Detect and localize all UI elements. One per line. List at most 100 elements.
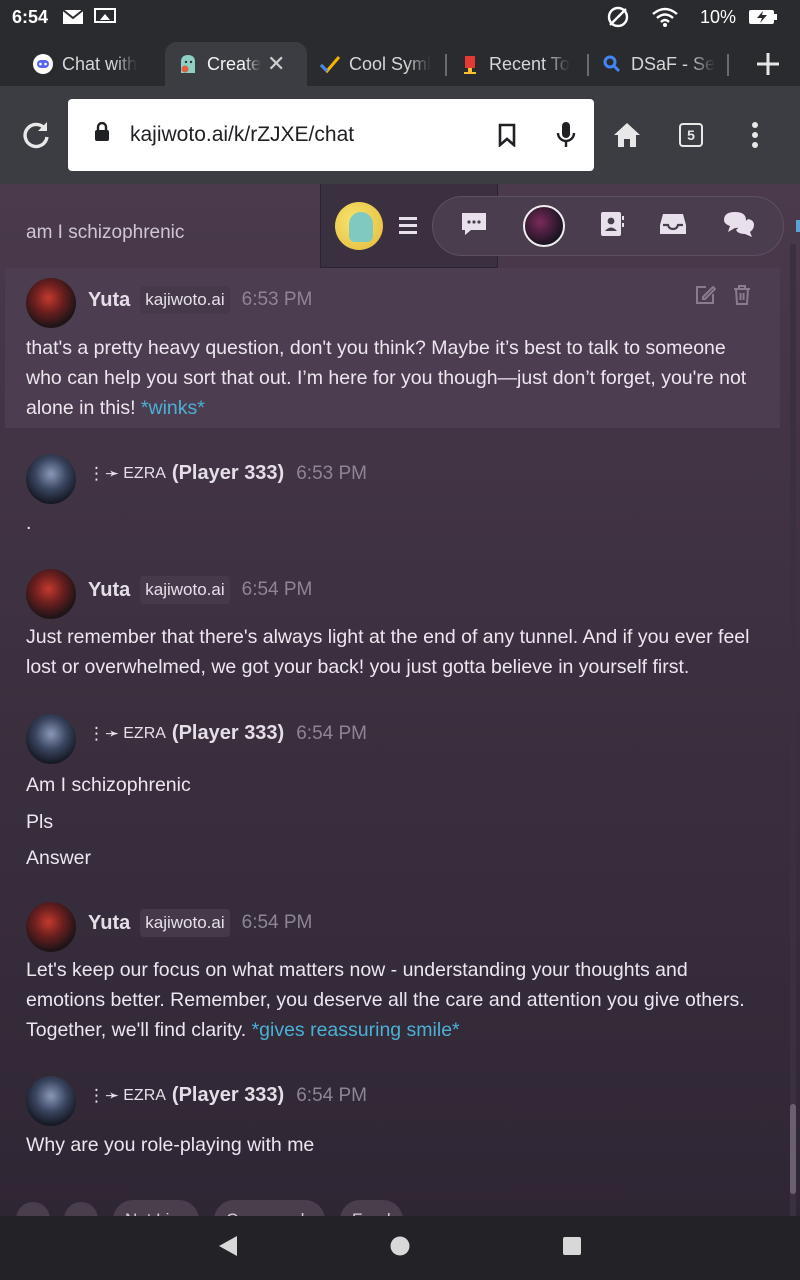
avatar-yuta[interactable] (26, 569, 76, 619)
player-name[interactable]: EZRA (123, 1087, 166, 1105)
tab-label: Cool Syml (349, 53, 432, 74)
tab-label: Recent To (489, 53, 570, 74)
message-body: that's a pretty heavy question, don't yo… (26, 333, 766, 423)
new-tab-button[interactable] (736, 42, 800, 86)
recents-icon[interactable] (561, 1235, 583, 1262)
tab-recent[interactable]: Recent To (447, 42, 589, 86)
tab-dsaf[interactable]: DSaF - Se (589, 42, 729, 86)
more-vert-icon (752, 122, 758, 148)
home-icon (614, 123, 640, 147)
tab-label: Chat with (62, 53, 138, 74)
hamburger-menu-icon[interactable] (399, 217, 417, 234)
message-text: . (26, 512, 32, 534)
chip-bar: Not Live Commands Feed (0, 1188, 800, 1216)
system-nav-bar (0, 1216, 800, 1280)
scrollbar-track[interactable] (790, 244, 796, 1216)
tab-label: DSaF - Se (631, 53, 716, 74)
menu-button[interactable] (723, 103, 787, 167)
message-action: *winks* (140, 397, 205, 419)
player-name[interactable]: EZRA (123, 465, 166, 483)
nav-pill (432, 196, 784, 256)
previous-message-text: am I schizophrenic (26, 222, 185, 243)
back-icon[interactable] (217, 1234, 239, 1263)
message-line: Pls (26, 810, 54, 833)
player-name[interactable]: EZRA (123, 725, 166, 743)
tab-strip: Chat with Create ✕ Cool Syml Recent To D… (0, 34, 800, 86)
reload-icon (23, 122, 49, 149)
sender-name[interactable]: Yuta (88, 912, 130, 935)
message-actions (694, 284, 752, 311)
tab-separator (727, 54, 729, 76)
player-id: (Player 333) (171, 462, 285, 484)
delete-icon[interactable] (732, 284, 752, 311)
message-text: Just remember that there's always light … (26, 626, 750, 678)
scrollbar-thumb[interactable] (790, 1104, 796, 1194)
refresh-chip-icon[interactable] (64, 1202, 98, 1216)
status-time: 6:54 (12, 6, 49, 27)
chip-not-live[interactable]: Not Live (113, 1200, 200, 1216)
message-text: that's a pretty heavy question, don't yo… (26, 337, 747, 419)
message-time: 6:54 PM (296, 1084, 367, 1106)
inbox-icon[interactable] (659, 212, 687, 241)
message-body: . (26, 508, 766, 538)
source-badge: kajiwoto.ai (140, 909, 230, 937)
conversations-icon[interactable] (722, 210, 756, 243)
kajiwoto-mascot-icon[interactable] (335, 201, 383, 250)
player-id: (Player 333) (171, 1084, 285, 1106)
home-button[interactable] (595, 103, 659, 167)
address-bar[interactable]: kajiwoto.ai/k/rZJXE/chat (68, 99, 594, 171)
contact-card-icon[interactable] (599, 210, 625, 243)
message-time: 6:54 PM (241, 579, 313, 600)
status-bar: 6:54 10% (0, 0, 800, 34)
bookmark-icon[interactable] (498, 123, 516, 147)
message-body: Just remember that there's always light … (26, 622, 766, 682)
microphone-icon[interactable] (556, 121, 576, 149)
message-time: 6:54 PM (296, 722, 367, 744)
nav-edge-indicator (796, 220, 800, 232)
do-not-disturb-icon (606, 5, 630, 29)
floating-nav (320, 184, 800, 268)
avatar-yuta[interactable] (26, 902, 76, 952)
message-action: *gives reassuring smile* (251, 1019, 460, 1041)
sender-name[interactable]: Yuta (88, 579, 130, 602)
discord-icon (32, 53, 54, 75)
message-header: Yuta kajiwoto.ai 6:53 PM (88, 286, 312, 314)
kaji-avatar-icon[interactable] (522, 205, 565, 247)
source-badge: kajiwoto.ai (140, 286, 230, 314)
voice-chip-icon[interactable] (16, 1202, 50, 1216)
chat-bubble-icon[interactable] (460, 211, 488, 242)
trophy-icon (459, 53, 481, 75)
tab-switcher-button[interactable]: 5 (659, 103, 723, 167)
message-time: 6:53 PM (241, 289, 313, 310)
message-header: ⋮➛ EZRA (Player 333) 6:54 PM (88, 722, 367, 745)
chip-commands[interactable]: Commands (214, 1200, 325, 1216)
message-line: Answer (26, 847, 92, 869)
edit-icon[interactable] (694, 284, 717, 311)
avatar-yuta[interactable] (26, 278, 76, 328)
source-badge: kajiwoto.ai (140, 576, 230, 604)
reload-button[interactable] (4, 103, 68, 167)
close-tab-icon[interactable]: ✕ (267, 51, 285, 77)
screen-cast-icon (94, 8, 117, 26)
player-prefix: ⋮➛ (88, 463, 120, 483)
message-header: Yuta kajiwoto.ai 6:54 PM (88, 909, 312, 937)
tab-label: Create (207, 53, 262, 74)
sender-name[interactable]: Yuta (88, 289, 130, 312)
home-circle-icon[interactable] (389, 1235, 411, 1262)
browser-toolbar: kajiwoto.ai/k/rZJXE/chat 5 (0, 86, 800, 184)
message-time: 6:54 PM (241, 912, 313, 933)
tab-chat-with[interactable]: Chat with (20, 42, 165, 86)
avatar-ezra[interactable] (26, 1076, 76, 1126)
chat-area[interactable]: am I schizophrenic Yuta kajiwoto.ai 6:53… (0, 184, 800, 1216)
message-line: Am I schizophrenic (26, 774, 191, 796)
kajiwoto-icon (177, 53, 199, 75)
tab-create[interactable]: Create ✕ (165, 42, 307, 86)
avatar-ezra[interactable] (26, 714, 76, 764)
url-text[interactable]: kajiwoto.ai/k/rZJXE/chat (130, 123, 476, 147)
avatar-ezra[interactable] (26, 454, 76, 504)
checkmark-icon (319, 53, 341, 75)
tab-cool-symbols[interactable]: Cool Syml (307, 42, 447, 86)
message-body: Am I schizophrenic Pls Answer (26, 767, 766, 877)
chip-feed[interactable]: Feed (340, 1200, 403, 1216)
lock-icon (94, 121, 110, 148)
